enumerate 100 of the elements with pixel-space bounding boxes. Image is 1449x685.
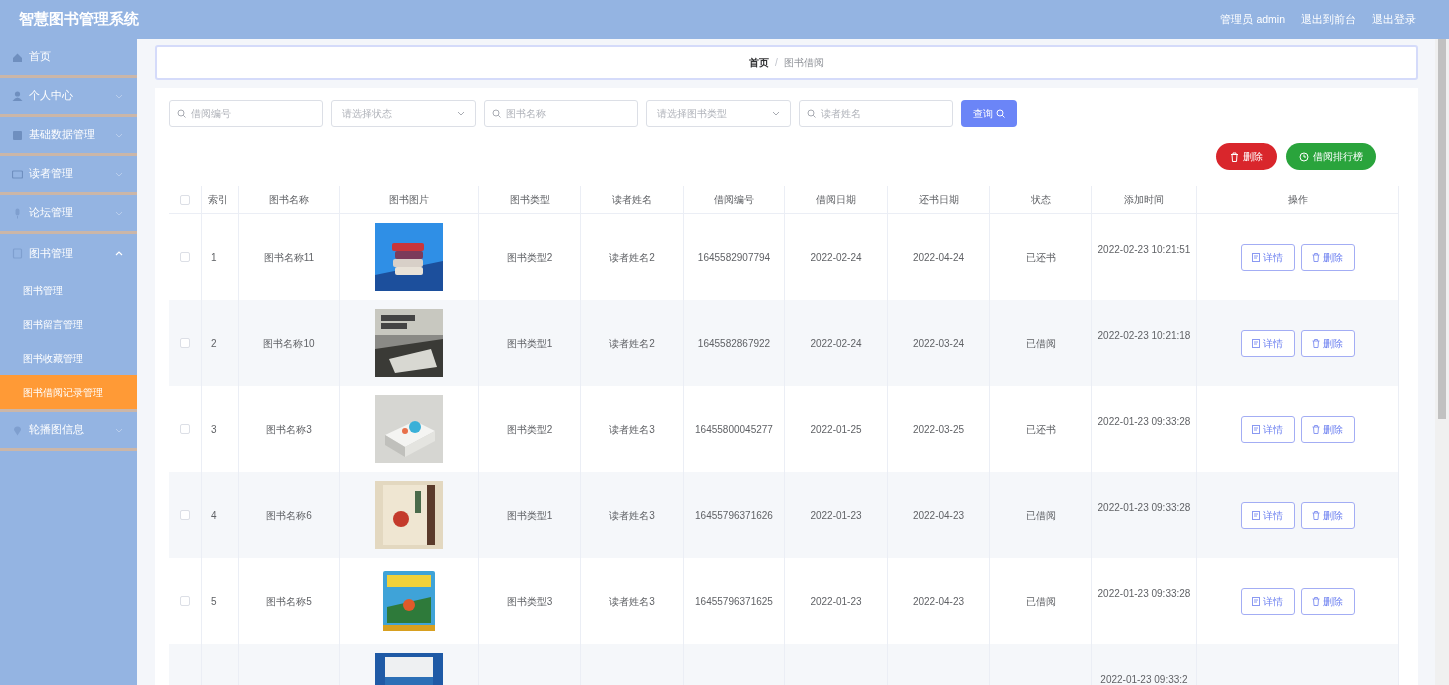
search-field[interactable]: 读者姓名 <box>799 100 953 127</box>
submenu-item[interactable]: 图书借阅记录管理 <box>0 375 137 409</box>
checkbox[interactable] <box>180 510 190 520</box>
status-cell-text: 已还书 <box>1025 250 1056 265</box>
index-cell-text: 2 <box>211 336 217 351</box>
column-header: 操作 <box>1287 193 1308 207</box>
borrow-number-cell-text: 16455800045277 <box>695 422 773 437</box>
add-time-cell-text: 2022-01-23 09:33:28 <box>1096 501 1192 515</box>
monitor-icon <box>12 168 23 180</box>
delete-button[interactable]: 删除 <box>1300 587 1355 615</box>
delete-button[interactable]: 删除 <box>1300 415 1355 443</box>
add-time-cell-text: 2022-01-23 09:33:28 <box>1096 415 1192 429</box>
reader-name-cell-text: 读者姓名2 <box>609 250 655 265</box>
book-name-cell-text: 图书名称6 <box>266 508 312 523</box>
return-date-cell-text: 2022-03-25 <box>912 422 965 437</box>
return-date-cell-text: 2022-04-23 <box>912 508 965 523</box>
search-icon <box>807 109 816 118</box>
status-cell-text: 已借阅 <box>1025 594 1056 609</box>
column-header: 借阅日期 <box>816 193 856 207</box>
app-title: 智慧图书管理系统 <box>19 9 139 30</box>
borrow-date-cell-text: 2022-01-23 <box>810 508 862 523</box>
book-type-cell-text: 图书类型3 <box>506 594 553 609</box>
checkbox[interactable] <box>180 596 190 606</box>
book-name-cell-text: 图书名称10 <box>263 336 315 351</box>
document-icon <box>1252 510 1260 520</box>
checkbox[interactable] <box>180 424 190 434</box>
sidebar-item-label: 轮播图信息 <box>29 422 85 438</box>
return-date-cell-text: 2022-04-23 <box>912 594 965 609</box>
reader-name-cell-text: 读者姓名2 <box>609 336 655 351</box>
select-field[interactable]: 请选择图书类型 <box>646 100 791 127</box>
book-type-cell-text: 图书类型2 <box>506 422 553 437</box>
add-time-cell-text: 2022-02-23 10:21:18 <box>1096 329 1192 343</box>
column-header: 图书名称 <box>269 193 309 207</box>
checkbox[interactable] <box>180 338 190 348</box>
reader-name-cell-text: 读者姓名3 <box>609 594 655 609</box>
delete-button[interactable]: 删除 <box>1300 501 1355 529</box>
clock-icon <box>1299 151 1309 162</box>
index-cell-text: 1 <box>211 250 217 265</box>
header-link[interactable]: 管理员 admin <box>1220 11 1285 28</box>
delete-button[interactable]: 删除 <box>1300 329 1355 357</box>
document-icon <box>1252 252 1260 262</box>
search-button[interactable]: 查询 <box>961 100 1017 127</box>
trash-icon <box>1312 510 1320 520</box>
user-icon <box>12 90 23 102</box>
borrow-number-cell-text: 1645582867922 <box>697 336 771 351</box>
status-cell-text: 已还书 <box>1025 422 1056 437</box>
trash-icon <box>1230 151 1239 162</box>
grid-icon <box>12 129 23 141</box>
borrow-number-cell-text: 16455796371625 <box>695 594 773 609</box>
borrow-number-cell-text: 16455796371626 <box>695 508 773 523</box>
details-button[interactable]: 详情 <box>1240 415 1295 443</box>
sidebar-item-label: 论坛管理 <box>29 205 74 221</box>
book-name-cell-text: 图书名称11 <box>263 250 315 265</box>
details-button[interactable]: 详情 <box>1240 587 1295 615</box>
document-icon <box>1252 596 1260 606</box>
book-type-cell-text: 图书类型1 <box>506 508 553 523</box>
index-cell-text: 5 <box>211 594 217 609</box>
borrow-date-cell-text: 2022-02-24 <box>810 250 862 265</box>
select-field[interactable]: 请选择状态 <box>331 100 476 127</box>
column-header: 索引 <box>208 193 228 207</box>
sidebar-item-label: 个人中心 <box>29 88 74 104</box>
chevron-down-icon <box>457 111 465 116</box>
details-button[interactable]: 详情 <box>1240 501 1295 529</box>
checkbox[interactable] <box>180 252 190 262</box>
home-icon <box>12 51 23 63</box>
return-date-cell-text: 2022-03-24 <box>912 336 965 351</box>
details-button[interactable]: 详情 <box>1240 243 1295 271</box>
search-icon <box>177 109 186 118</box>
sidebar-item-label: 首页 <box>29 49 52 65</box>
borrow-date-cell-text: 2022-01-23 <box>810 594 862 609</box>
status-cell-text: 已借阅 <box>1025 508 1056 523</box>
status-cell-text: 已借阅 <box>1025 336 1056 351</box>
scrollbar[interactable] <box>1435 39 1449 685</box>
breadcrumb-item[interactable]: 首页 <box>749 55 770 70</box>
sidebar-item-label: 图书管理 <box>29 245 74 261</box>
trash-icon <box>1312 596 1320 606</box>
index-cell-text: 4 <box>211 508 217 523</box>
column-header: 还书日期 <box>918 193 959 207</box>
breadcrumb-separator: / <box>775 56 778 70</box>
delete-button[interactable]: 删除 <box>1300 243 1355 271</box>
trash-icon <box>1312 252 1320 262</box>
reader-name-cell-text: 读者姓名3 <box>609 508 655 523</box>
header-link[interactable]: 退出到前台 <box>1301 11 1356 28</box>
column-header: 读者姓名 <box>612 193 652 207</box>
search-field[interactable]: 图书名称 <box>484 100 638 127</box>
checkbox[interactable] <box>180 194 190 205</box>
ranking-button[interactable]: 借阅排行榜 <box>1286 143 1376 170</box>
details-button[interactable]: 详情 <box>1240 329 1295 357</box>
breadcrumb-item[interactable]: 图书借阅 <box>783 55 824 70</box>
delete-button[interactable]: 删除 <box>1216 143 1277 170</box>
column-header: 图书图片 <box>389 193 429 207</box>
book-type-cell-text: 图书类型1 <box>506 336 553 351</box>
search-field[interactable]: 借阅编号 <box>169 100 323 127</box>
search-icon <box>492 109 501 118</box>
header-link[interactable]: 退出登录 <box>1372 11 1416 28</box>
document-icon <box>1252 424 1260 434</box>
borrow-date-cell-text: 2022-02-24 <box>810 336 862 351</box>
book-name-cell-text: 图书名称5 <box>266 594 312 609</box>
add-time-cell-text: 2022-01-23 09:33:2 <box>1099 673 1189 685</box>
borrow-date-cell-text: 2022-01-25 <box>810 422 862 437</box>
